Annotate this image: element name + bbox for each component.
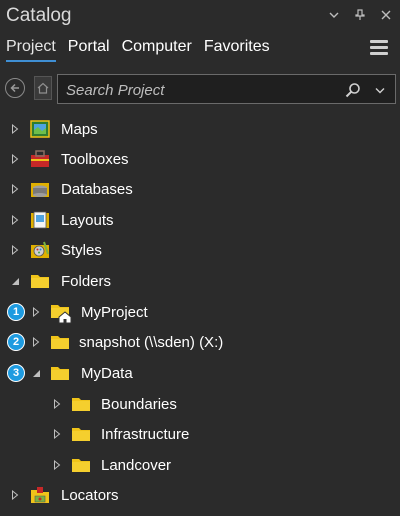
- tree-item-label: Databases: [61, 180, 133, 198]
- tree-item-label: Boundaries: [101, 395, 177, 413]
- tree-item-mydata[interactable]: 3 MyData: [0, 358, 400, 388]
- expand-arrow-icon[interactable]: [52, 399, 62, 409]
- close-icon[interactable]: [380, 8, 392, 22]
- tree-item-label: Styles: [61, 241, 102, 259]
- style-icon: [29, 239, 51, 261]
- search-icon[interactable]: [345, 82, 361, 98]
- navigation-bar: [0, 72, 400, 108]
- tree-item-layouts[interactable]: Layouts: [0, 205, 400, 235]
- database-icon: [29, 178, 51, 200]
- window-controls: [328, 8, 392, 22]
- home-icon[interactable]: [34, 76, 52, 100]
- expand-arrow-icon[interactable]: [10, 124, 20, 134]
- folder-icon: [70, 393, 92, 415]
- tree-item-locators[interactable]: Locators: [0, 480, 400, 510]
- expand-arrow-icon[interactable]: [52, 429, 62, 439]
- expand-arrow-icon[interactable]: [31, 307, 41, 317]
- expand-arrow-icon[interactable]: [10, 154, 20, 164]
- tab-portal[interactable]: Portal: [68, 38, 110, 62]
- tree-item-label: Landcover: [101, 456, 172, 474]
- tree-item-label: MyProject: [81, 303, 148, 321]
- tree-item-infrastructure[interactable]: Infrastructure: [0, 419, 400, 449]
- expand-arrow-icon[interactable]: [31, 337, 41, 347]
- tree-item-boundaries[interactable]: Boundaries: [0, 389, 400, 419]
- folder-icon: [70, 454, 92, 476]
- folder-icon: [49, 331, 71, 353]
- expand-arrow-icon[interactable]: [10, 490, 20, 500]
- tree-item-label: Infrastructure: [101, 425, 190, 443]
- menu-icon[interactable]: [370, 40, 388, 58]
- tree-item-label: snapshot (\\sden) (X:): [79, 333, 224, 351]
- window-title: Catalog: [6, 5, 72, 26]
- tree-item-databases[interactable]: Databases: [0, 174, 400, 204]
- expand-arrow-icon[interactable]: [10, 245, 20, 255]
- maps-icon: [29, 118, 51, 140]
- title-bar: Catalog: [0, 0, 400, 34]
- layout-icon: [29, 209, 51, 231]
- folder-icon: [70, 423, 92, 445]
- home-folder-icon: [49, 301, 72, 324]
- back-arrow-icon[interactable]: [5, 78, 25, 98]
- pin-icon[interactable]: [354, 8, 366, 22]
- tree-item-label: MyData: [81, 364, 133, 382]
- tree-item-snapshot[interactable]: 2 snapshot (\\sden) (X:): [0, 327, 400, 357]
- tree-item-label: Toolboxes: [61, 150, 129, 168]
- chevron-down-icon[interactable]: [328, 8, 340, 22]
- callout-badge: 3: [7, 364, 25, 382]
- search-input[interactable]: [64, 79, 338, 101]
- collapse-arrow-icon[interactable]: [31, 368, 41, 378]
- tree-item-label: Folders: [61, 272, 112, 290]
- search-options-chevron-icon[interactable]: [373, 82, 387, 98]
- toolbox-icon: [29, 148, 51, 170]
- callout-badge: 1: [7, 303, 25, 321]
- tree-item-maps[interactable]: Maps: [0, 114, 400, 144]
- callout-badge: 2: [7, 333, 25, 351]
- tab-project[interactable]: Project: [6, 38, 56, 62]
- tree-item-toolboxes[interactable]: Toolboxes: [0, 144, 400, 174]
- expand-arrow-icon[interactable]: [52, 460, 62, 470]
- tree-item-folders[interactable]: Folders: [0, 266, 400, 296]
- folder-icon: [49, 362, 71, 384]
- tree-item-landcover[interactable]: Landcover: [0, 450, 400, 480]
- collapse-arrow-icon[interactable]: [10, 276, 20, 286]
- tree-item-myproject[interactable]: 1 MyProject: [0, 297, 400, 327]
- tree-item-styles[interactable]: Styles: [0, 235, 400, 265]
- locator-icon: [29, 484, 51, 506]
- tab-favorites[interactable]: Favorites: [204, 38, 270, 62]
- search-box: [57, 74, 396, 104]
- tree-item-label: Layouts: [61, 211, 114, 229]
- tab-computer[interactable]: Computer: [122, 38, 192, 62]
- expand-arrow-icon[interactable]: [10, 215, 20, 225]
- catalog-tabs: Project Portal Computer Favorites: [6, 38, 270, 62]
- folder-icon: [29, 270, 51, 292]
- tree-item-label: Locators: [61, 486, 119, 504]
- tree-item-label: Maps: [61, 120, 98, 138]
- expand-arrow-icon[interactable]: [10, 184, 20, 194]
